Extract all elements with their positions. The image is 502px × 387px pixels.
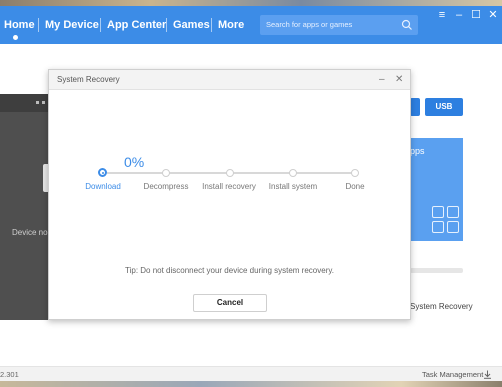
nav-my-device[interactable]: My Device <box>45 6 99 44</box>
nav-separator <box>166 18 167 32</box>
close-icon[interactable]: ✕ <box>486 6 500 26</box>
search-icon[interactable] <box>401 19 413 31</box>
system-recovery-dialog: System Recovery – ✕ 0% Download Decompre… <box>48 69 411 320</box>
panel-minimize-icon <box>36 101 39 104</box>
nav-app-center[interactable]: App Center <box>107 6 166 44</box>
panel-close-icon <box>42 101 45 104</box>
nav-home[interactable]: Home <box>4 6 35 44</box>
search-input[interactable]: Search for apps or games <box>260 15 418 35</box>
step-label-download: Download <box>85 182 121 191</box>
step-label-install-recovery: Install recovery <box>202 182 256 191</box>
step-label-done: Done <box>345 182 365 191</box>
version-label: 2.301 <box>0 370 19 379</box>
recovery-tip: Tip: Do not disconnect your device durin… <box>125 266 334 275</box>
step-label-decompress: Decompress <box>143 182 189 191</box>
status-footer: 2.301 Task Management <box>0 366 502 381</box>
nav-separator <box>100 18 101 32</box>
step-node-decompress <box>162 169 170 177</box>
nav-more[interactable]: More <box>218 6 244 44</box>
search-placeholder: Search for apps or games <box>266 20 353 29</box>
usb-button[interactable]: USB <box>425 98 463 116</box>
step-node-download <box>98 168 107 177</box>
background-system-recovery-link[interactable]: System Recovery <box>410 302 473 311</box>
nav-games[interactable]: Games <box>173 6 210 44</box>
step-node-install-system <box>289 169 297 177</box>
partial-action-button[interactable] <box>410 98 420 116</box>
download-icon[interactable] <box>483 370 492 379</box>
app-header: Home My Device App Center Games More Sea… <box>0 6 502 44</box>
step-label-install-system: Install system <box>268 182 318 191</box>
active-nav-indicator <box>13 35 18 40</box>
apps-card[interactable]: pps <box>410 138 463 241</box>
menu-icon[interactable]: ≡ <box>435 6 449 26</box>
progress-percent: 0% <box>124 154 145 170</box>
nav-separator <box>211 18 212 32</box>
task-management-link[interactable]: Task Management <box>422 367 483 382</box>
step-node-install-recovery <box>226 169 234 177</box>
recovery-steps: 0% Download Decompress Install recovery … <box>49 70 410 319</box>
background-progress-bar <box>410 268 463 273</box>
cancel-button[interactable]: Cancel <box>193 294 267 312</box>
desktop-wallpaper-bottom <box>0 381 502 387</box>
minimize-icon[interactable]: – <box>452 6 466 26</box>
nav-separator <box>38 18 39 32</box>
apps-card-label: pps <box>410 146 425 156</box>
step-node-done <box>351 169 359 177</box>
device-status-text: Device no <box>12 228 48 237</box>
maximize-icon[interactable]: ☐ <box>469 6 483 26</box>
apps-grid-icon <box>432 206 460 234</box>
